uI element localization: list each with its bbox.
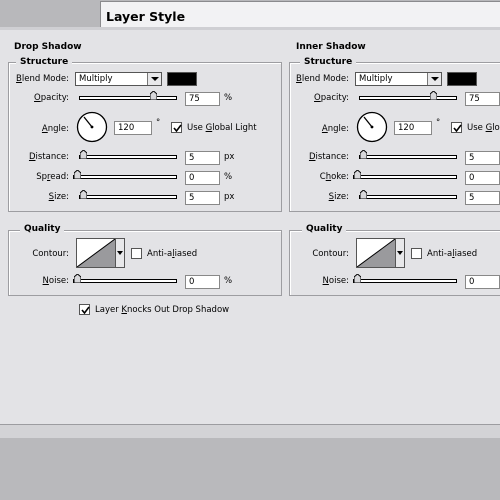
ds-blend-mode-value: Multiply (79, 74, 113, 84)
ds-opacity-label: Opacity: (34, 93, 69, 103)
is-global-light-checkbox[interactable] (451, 122, 462, 133)
ds-blend-mode-label: Blend Mode: (16, 74, 69, 84)
is-noise-slider-thumb[interactable] (354, 274, 361, 283)
ds-angle-dial-icon[interactable] (76, 111, 108, 143)
ds-distance-unit: px (224, 152, 235, 162)
is-anti-aliased-label: Anti-aliased (427, 249, 478, 259)
inner-shadow-quality-legend: Quality (302, 224, 347, 234)
ds-contour-chevron-down-icon[interactable] (116, 238, 125, 268)
window-title: Layer Style (106, 9, 186, 24)
is-shadow-color-swatch[interactable] (447, 72, 477, 86)
is-blend-mode-chevron-down-icon[interactable] (427, 73, 441, 85)
ds-knocks-out-checkbox[interactable] (79, 304, 90, 315)
ds-anti-aliased-label: Anti-aliased (147, 249, 198, 259)
window-title-tab: Layer Style (100, 1, 500, 28)
ds-noise-input[interactable]: 0 (185, 275, 220, 289)
is-choke-slider[interactable] (353, 170, 457, 179)
ds-anti-aliased-checkbox[interactable] (131, 248, 142, 259)
ds-spread-input[interactable]: 0 (185, 171, 220, 185)
is-noise-label: Noise: (322, 276, 349, 286)
is-noise-slider[interactable] (353, 274, 457, 283)
ds-spread-label: Spread: (36, 172, 69, 182)
is-size-slider[interactable] (359, 190, 457, 199)
contour-curve-icon (76, 238, 116, 268)
checkmark-icon (173, 124, 182, 133)
ds-opacity-slider[interactable] (79, 91, 177, 100)
is-choke-label: Choke: (319, 172, 349, 182)
is-size-label: Size: (328, 192, 349, 202)
drop-shadow-title: Drop Shadow (14, 42, 82, 52)
ds-size-unit: px (224, 192, 235, 202)
ds-opacity-slider-thumb[interactable] (150, 91, 157, 100)
ds-distance-slider-thumb[interactable] (80, 150, 87, 159)
ds-angle-input[interactable]: 120 (114, 121, 152, 135)
is-distance-label: Distance: (308, 152, 349, 162)
drop-shadow-quality-legend: Quality (20, 224, 65, 234)
ds-global-light-checkbox[interactable] (171, 122, 182, 133)
is-size-slider-thumb[interactable] (360, 190, 367, 199)
contour-curve-icon (356, 238, 396, 268)
ds-angle-unit: ° (156, 118, 161, 128)
is-size-input[interactable]: 5 (465, 191, 500, 205)
ds-noise-slider-thumb[interactable] (74, 274, 81, 283)
is-blend-mode-label: Blend Mode: (296, 74, 349, 84)
drop-shadow-quality-group (8, 230, 282, 296)
is-choke-input[interactable]: 0 (465, 171, 500, 185)
is-distance-input[interactable]: 5 (465, 151, 500, 165)
is-contour-chevron-down-icon[interactable] (396, 238, 405, 268)
ds-angle-label: Angle: (41, 124, 69, 134)
is-choke-slider-thumb[interactable] (354, 170, 361, 179)
ds-knocks-out-label: Layer Knocks Out Drop Shadow (95, 305, 230, 315)
ds-distance-label: Distance: (28, 152, 69, 162)
is-global-light-label: Use Glo (467, 123, 500, 133)
ds-noise-unit: % (224, 276, 233, 286)
ds-noise-label: Noise: (42, 276, 69, 286)
is-contour-picker[interactable] (356, 238, 396, 268)
ds-noise-slider[interactable] (73, 274, 177, 283)
is-angle-label: Angle: (321, 124, 349, 134)
ds-contour-label: Contour: (32, 249, 69, 259)
is-blend-mode-select[interactable]: Multiply (355, 72, 442, 86)
is-noise-input[interactable]: 0 (465, 275, 500, 289)
is-opacity-slider-thumb[interactable] (430, 91, 437, 100)
checkmark-icon (453, 124, 462, 133)
inner-shadow-title: Inner Shadow (296, 42, 366, 52)
is-angle-input[interactable]: 120 (394, 121, 432, 135)
is-opacity-slider[interactable] (359, 91, 457, 100)
ds-spread-slider[interactable] (73, 170, 177, 179)
ds-contour-picker[interactable] (76, 238, 116, 268)
ds-spread-unit: % (224, 172, 233, 182)
ds-shadow-color-swatch[interactable] (167, 72, 197, 86)
ds-blend-mode-chevron-down-icon[interactable] (147, 73, 161, 85)
ds-blend-mode-select[interactable]: Multiply (75, 72, 162, 86)
is-opacity-input[interactable]: 75 (465, 92, 500, 106)
is-anti-aliased-checkbox[interactable] (411, 248, 422, 259)
is-opacity-label: Opacity: (314, 93, 349, 103)
ds-size-label: Size: (48, 192, 69, 202)
ds-opacity-unit: % (224, 93, 233, 103)
is-blend-mode-value: Multiply (359, 74, 393, 84)
ds-distance-input[interactable]: 5 (185, 151, 220, 165)
bottom-strip (0, 425, 500, 438)
is-distance-slider-thumb[interactable] (360, 150, 367, 159)
is-angle-unit: ° (436, 118, 441, 128)
is-distance-slider[interactable] (359, 150, 457, 159)
ds-opacity-input[interactable]: 75 (185, 92, 220, 106)
ds-size-slider-thumb[interactable] (80, 190, 87, 199)
ds-distance-slider[interactable] (79, 150, 177, 159)
is-contour-label: Contour: (312, 249, 349, 259)
bottom-bar (0, 438, 500, 500)
ds-spread-slider-thumb[interactable] (74, 170, 81, 179)
inner-shadow-structure-legend: Structure (300, 57, 357, 67)
is-angle-dial-icon[interactable] (356, 111, 388, 143)
checkmark-icon (81, 306, 90, 315)
ds-size-input[interactable]: 5 (185, 191, 220, 205)
ds-global-light-label: Use Global Light (187, 123, 257, 133)
ds-size-slider[interactable] (79, 190, 177, 199)
drop-shadow-structure-legend: Structure (16, 57, 73, 67)
